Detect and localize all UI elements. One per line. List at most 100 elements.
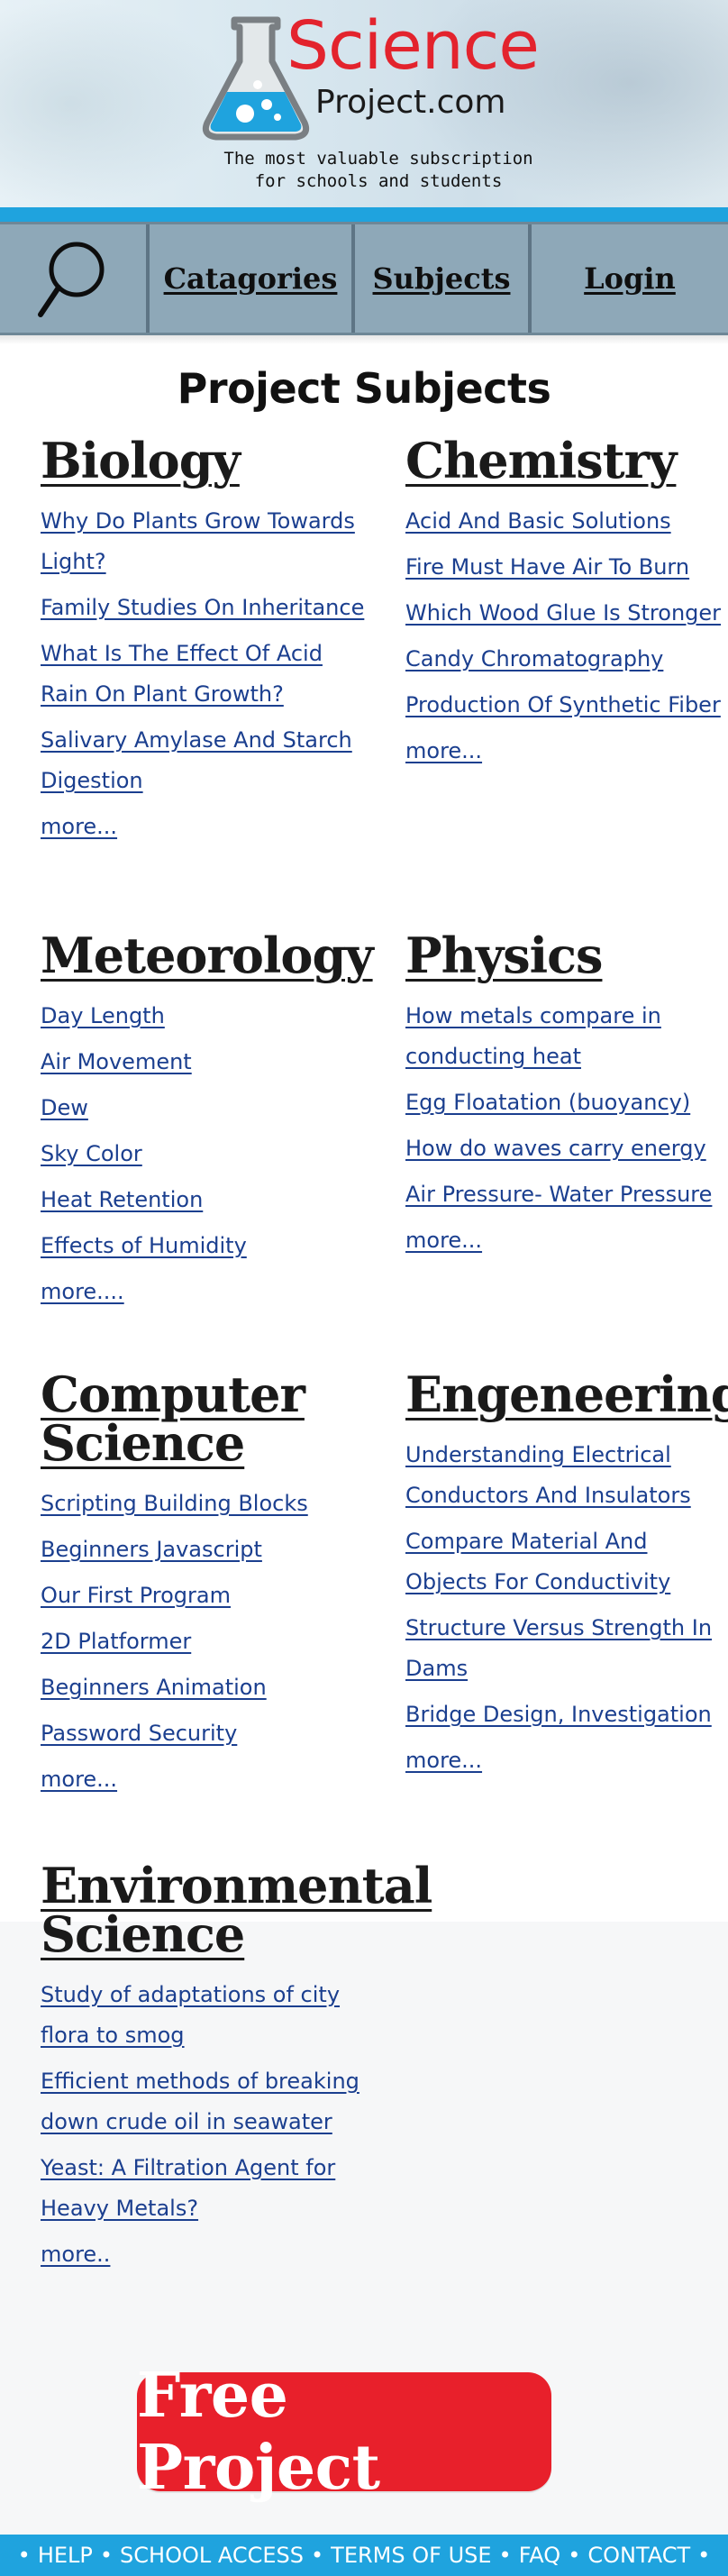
nav-categories[interactable]: Catagories: [150, 224, 355, 333]
more-link-computer-science[interactable]: more...: [41, 1759, 117, 1800]
footer-link-faq[interactable]: FAQ: [519, 2543, 561, 2568]
section-title-meteorology[interactable]: Meteorology: [41, 931, 374, 980]
section-title-engineering[interactable]: Engeneering: [405, 1370, 728, 1419]
list-item: Yeast: A Filtration Agent for Heavy Meta…: [41, 2148, 365, 2229]
project-link[interactable]: Why Do Plants Grow Towards Light?: [41, 508, 355, 574]
project-link[interactable]: Egg Floatation (buoyancy): [405, 1090, 690, 1115]
section-environmental-science: Environmental Science Study of adaptatio…: [41, 1861, 432, 2275]
search-button[interactable]: [0, 224, 150, 333]
footer-link-school-access[interactable]: SCHOOL ACCESS: [120, 2543, 304, 2568]
list-item: Beginners Javascript: [41, 1530, 365, 1570]
link-list-physics: How metals compare in conducting heat Eg…: [405, 996, 728, 1215]
project-link[interactable]: Understanding Electrical Conductors And …: [405, 1442, 691, 1508]
nav-categories-label[interactable]: Catagories: [164, 261, 338, 296]
project-link[interactable]: Air Movement: [41, 1049, 192, 1074]
list-item: Structure Versus Strength In Dams: [405, 1608, 728, 1689]
project-link[interactable]: Heat Retention: [41, 1187, 203, 1212]
project-link[interactable]: Yeast: A Filtration Agent for Heavy Meta…: [41, 2155, 335, 2221]
list-item: Acid And Basic Solutions: [405, 501, 728, 542]
site-header: Science Project.com The most valuable su…: [0, 0, 728, 207]
link-list-engineering: Understanding Electrical Conductors And …: [405, 1435, 728, 1735]
project-link[interactable]: 2D Platformer: [41, 1629, 191, 1654]
more-link-engineering[interactable]: more...: [405, 1740, 482, 1781]
list-item: Day Length: [41, 996, 365, 1037]
list-item: Air Pressure- Water Pressure: [405, 1174, 728, 1215]
section-biology: Biology Why Do Plants Grow Towards Light…: [41, 436, 365, 847]
nav-login[interactable]: Login: [532, 224, 728, 333]
nav-subjects[interactable]: Subjects: [355, 224, 532, 333]
more-link-environmental-science[interactable]: more..: [41, 2234, 110, 2275]
project-link[interactable]: Password Security: [41, 1721, 237, 1746]
project-link[interactable]: Our First Program: [41, 1583, 231, 1608]
project-link[interactable]: What Is The Effect Of Acid Rain On Plant…: [41, 641, 323, 707]
footer-link-contact[interactable]: CONTACT: [587, 2543, 690, 2568]
list-item: Efficient methods of breaking down crude…: [41, 2061, 365, 2142]
project-link[interactable]: Bridge Design, Investigation: [405, 1702, 712, 1727]
list-item: Fire Must Have Air To Burn: [405, 547, 728, 588]
footer-link-help[interactable]: HELP: [38, 2543, 93, 2568]
page-title: Project Subjects: [177, 364, 551, 413]
project-link[interactable]: Which Wood Glue Is Stronger: [405, 600, 721, 626]
project-link[interactable]: Salivary Amylase And Starch Digestion: [41, 727, 352, 793]
list-item: Scripting Building Blocks: [41, 1484, 365, 1524]
project-link[interactable]: Day Length: [41, 1003, 165, 1028]
project-link[interactable]: Effects of Humidity: [41, 1233, 247, 1258]
free-project-button[interactable]: Free Project: [137, 2360, 551, 2504]
more-link-chemistry[interactable]: more...: [405, 731, 482, 772]
footer-separator: •: [311, 2543, 324, 2568]
more-link-meteorology[interactable]: more....: [41, 1272, 124, 1312]
project-link[interactable]: Study of adaptations of city flora to sm…: [41, 1982, 340, 2048]
project-link[interactable]: Fire Must Have Air To Burn: [405, 554, 689, 580]
project-link[interactable]: Dew: [41, 1095, 88, 1120]
project-link[interactable]: Structure Versus Strength In Dams: [405, 1615, 712, 1681]
list-item: Egg Floatation (buoyancy): [405, 1082, 728, 1123]
project-link[interactable]: Beginners Animation: [41, 1675, 267, 1700]
tagline: The most valuable subscription for schoo…: [198, 148, 559, 193]
footer-separator: •: [99, 2543, 114, 2568]
project-link[interactable]: Family Studies On Inheritance: [41, 595, 364, 620]
more-link-biology[interactable]: more...: [41, 807, 117, 847]
project-link[interactable]: Acid And Basic Solutions: [405, 508, 671, 534]
section-title-physics[interactable]: Physics: [405, 931, 728, 980]
logo-wordmark-domain[interactable]: Project.com: [315, 87, 506, 119]
project-link[interactable]: How metals compare in conducting heat: [405, 1003, 661, 1069]
free-project-button-label: Free Project: [137, 2360, 380, 2504]
list-item: Which Wood Glue Is Stronger: [405, 593, 728, 634]
list-item: Compare Material And Objects For Conduct…: [405, 1521, 728, 1603]
link-list-computer-science: Scripting Building Blocks Beginners Java…: [41, 1484, 365, 1754]
project-link[interactable]: Sky Color: [41, 1141, 142, 1166]
footer-link-terms-of-use[interactable]: TERMS OF USE: [331, 2543, 491, 2568]
section-title-computer-science[interactable]: Computer Science: [41, 1370, 365, 1467]
project-link[interactable]: Scripting Building Blocks: [41, 1491, 308, 1516]
project-link[interactable]: Beginners Javascript: [41, 1537, 262, 1562]
list-item: Candy Chromatography: [405, 639, 728, 680]
nav-login-label[interactable]: Login: [584, 261, 676, 296]
search-icon: [38, 242, 105, 317]
project-link[interactable]: Air Pressure- Water Pressure: [405, 1182, 712, 1207]
list-item: Family Studies On Inheritance: [41, 588, 365, 628]
link-list-chemistry: Acid And Basic Solutions Fire Must Have …: [405, 501, 728, 726]
footer-separator: •: [17, 2543, 31, 2568]
footer-separator: •: [498, 2543, 512, 2568]
section-title-biology[interactable]: Biology: [41, 436, 365, 485]
more-link-physics[interactable]: more...: [405, 1220, 482, 1261]
section-computer-science: Computer Science Scripting Building Bloc…: [41, 1370, 365, 1800]
project-link[interactable]: Efficient methods of breaking down crude…: [41, 2069, 359, 2134]
link-list-biology: Why Do Plants Grow Towards Light? Family…: [41, 501, 365, 801]
list-item: Air Movement: [41, 1042, 365, 1082]
project-link[interactable]: Production Of Synthetic Fiber: [405, 692, 721, 717]
list-item: Salivary Amylase And Starch Digestion: [41, 720, 365, 801]
nav-shadow: [0, 335, 728, 344]
header-divider-stripe: [0, 207, 728, 222]
list-item: 2D Platformer: [41, 1621, 365, 1662]
list-item: Bridge Design, Investigation: [405, 1694, 728, 1735]
list-item: Heat Retention: [41, 1180, 365, 1220]
list-item: How do waves carry energy: [405, 1128, 728, 1169]
project-link[interactable]: Candy Chromatography: [405, 646, 663, 671]
project-link[interactable]: How do waves carry energy: [405, 1136, 706, 1161]
nav-subjects-label[interactable]: Subjects: [373, 261, 511, 296]
project-link[interactable]: Compare Material And Objects For Conduct…: [405, 1529, 670, 1594]
logo-wordmark-science[interactable]: Science: [287, 13, 540, 79]
section-title-environmental-science[interactable]: Environmental Science: [41, 1861, 432, 1959]
section-title-chemistry[interactable]: Chemistry: [405, 436, 728, 485]
